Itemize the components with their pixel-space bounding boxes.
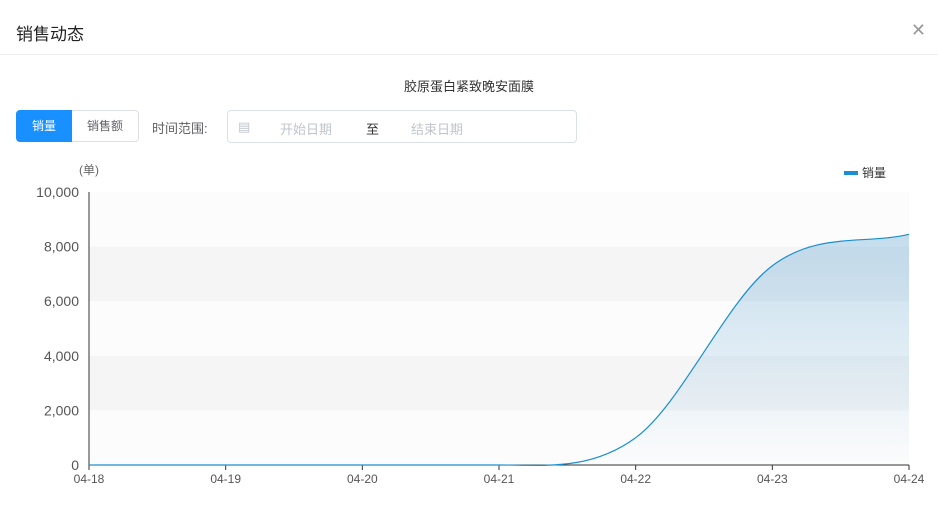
x-tick-label: 04-22 — [620, 472, 651, 486]
y-tick-label: 0 — [71, 457, 79, 473]
y-tick-label: 10,000 — [36, 184, 79, 200]
y-tick-label: 2,000 — [44, 402, 79, 418]
legend-swatch[interactable] — [844, 171, 858, 175]
y-tick-label: 6,000 — [44, 293, 79, 309]
y-tick-label: 4,000 — [44, 348, 79, 364]
legend-label[interactable]: 销量 — [862, 166, 886, 180]
x-tick-label: 04-20 — [347, 472, 378, 486]
x-tick-label: 04-21 — [484, 472, 515, 486]
x-tick-label: 04-18 — [74, 472, 105, 486]
x-tick-label: 04-19 — [210, 472, 241, 486]
x-tick-label: 04-23 — [757, 472, 788, 486]
x-tick-label: 04-24 — [894, 472, 925, 486]
y-tick-label: 8,000 — [44, 239, 79, 255]
y-axis-unit: (单) — [79, 163, 99, 177]
grid-band — [89, 192, 909, 247]
chart-svg: (单) 销量 0 2,000 4,000 6,000 8,000 10,000 04-18 0… — [36, 163, 925, 486]
